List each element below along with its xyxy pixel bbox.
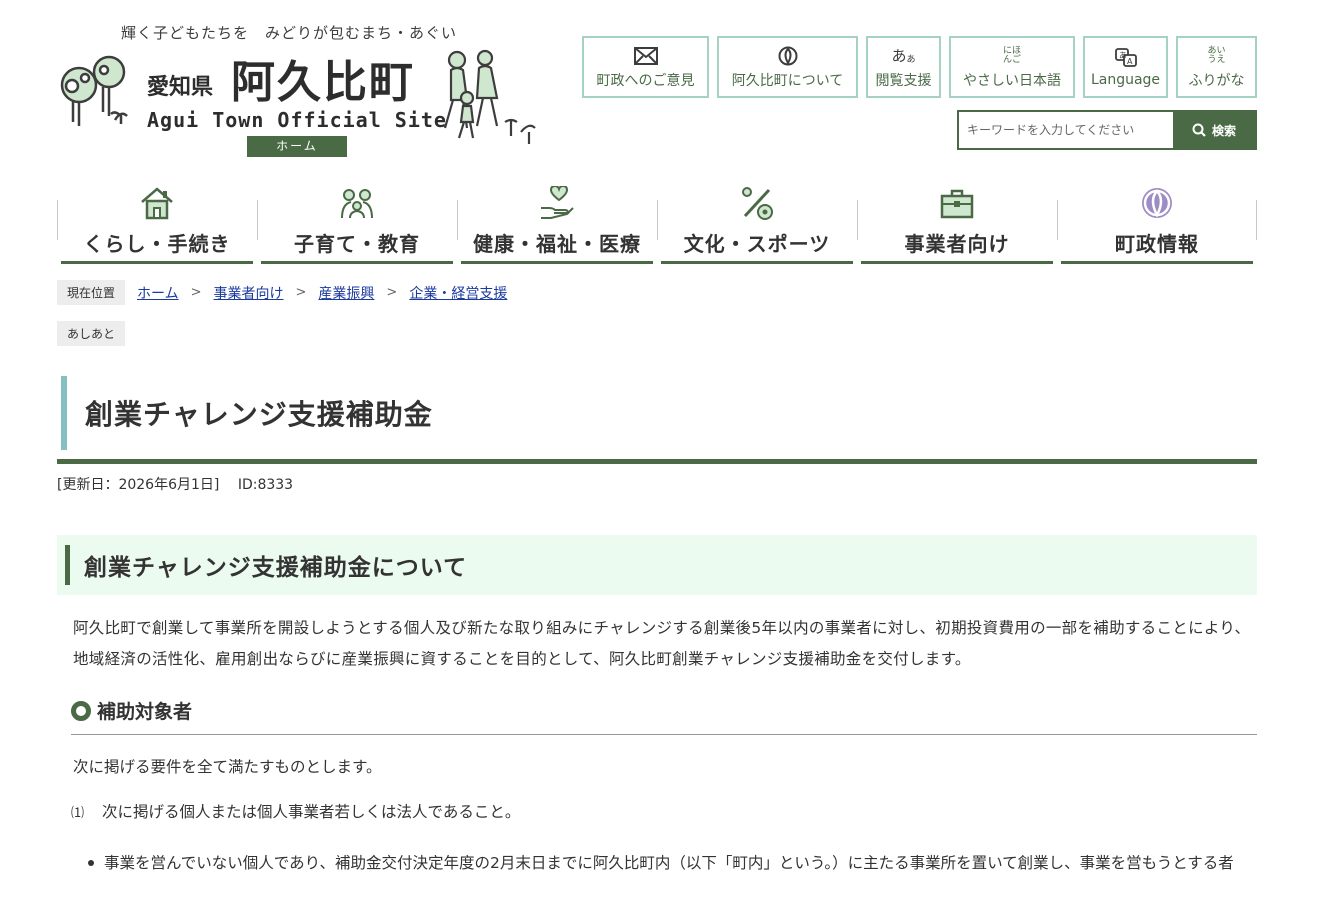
- requirement-list: 事業を営んでいない個人であり、補助金交付決定年度の2月末日までに阿久比町内（以下…: [86, 848, 1256, 878]
- easy-japanese-button[interactable]: にほ んご やさしい日本語: [949, 36, 1075, 98]
- mail-icon: [633, 46, 658, 65]
- opinion-label: 町政へのご意見: [596, 72, 695, 89]
- page-title: 創業チャレンジ支援補助金: [61, 376, 433, 450]
- subheading-text: 補助対象者: [97, 701, 193, 723]
- requirement-number: ⑴: [71, 806, 85, 821]
- home-badge[interactable]: ホーム: [247, 136, 347, 157]
- town-name: 阿久比町: [231, 57, 415, 108]
- font-size-icon-text: あ: [891, 47, 907, 65]
- search-button[interactable]: 検索: [1173, 112, 1255, 148]
- chevron-right-icon: >: [295, 285, 307, 300]
- utility-nav: 町政へのご意見 阿久比町について ああ 閲覧支援 にほ んご やさしい日本語 あ…: [582, 36, 1257, 98]
- family-icon: [341, 189, 373, 219]
- prefecture-name: 愛知県: [147, 75, 214, 100]
- language-button[interactable]: あA Language: [1083, 36, 1168, 98]
- language-label: Language: [1090, 71, 1161, 88]
- search-icon: [1192, 123, 1206, 137]
- svg-text:あ: あ: [1119, 51, 1127, 60]
- global-nav: くらし・手続き 子育て・教育 健康・福祉・医療 文化・スポーツ 事業者向け 町政…: [57, 180, 1257, 266]
- gnav-administration-label: 町政情報: [1115, 232, 1199, 256]
- requirements-intro: 次に掲げる要件を全て満たすものとします。: [73, 758, 382, 776]
- requirement-text: 次に掲げる個人または個人事業者若しくは法人であること。: [102, 803, 521, 821]
- gnav-childcare-label: 子育て・教育: [294, 232, 420, 256]
- furigana-button[interactable]: あい うえ ふりがな: [1176, 36, 1257, 98]
- town-emblem-icon: [1142, 188, 1172, 218]
- ring-bullet-icon: [71, 701, 91, 721]
- site-logo[interactable]: 輝く子どもたちを みどりが包むまち・あぐい 愛知県 阿久比町 Agui Town…: [55, 22, 545, 162]
- breadcrumb-management-link[interactable]: 企業・経営支援: [409, 283, 507, 303]
- family-walking-illustration-icon: [443, 49, 536, 144]
- gnav-living[interactable]: くらし・手続き: [57, 180, 257, 266]
- site-tagline: 輝く子どもたちを みどりが包むまち・あぐい: [121, 24, 458, 42]
- requirement-item: ⑴ 次に掲げる個人または個人事業者若しくは法人であること。: [71, 800, 520, 822]
- briefcase-icon: [940, 189, 974, 219]
- breadcrumb: 現在位置 ホーム > 事業者向け > 産業振興 > 企業・経営支援: [57, 280, 507, 305]
- gnav-administration[interactable]: 町政情報: [1057, 180, 1257, 266]
- easy-japanese-label: やさしい日本語: [963, 72, 1061, 89]
- list-item: 事業を営んでいない個人であり、補助金交付決定年度の2月末日までに阿久比町内（以下…: [86, 848, 1256, 878]
- opinion-button[interactable]: 町政へのご意見: [582, 36, 709, 98]
- english-site-name: Agui Town Official Site: [147, 108, 447, 132]
- house-icon: [141, 187, 173, 220]
- section-heading-text: 創業チャレンジ支援補助金について: [84, 555, 468, 581]
- intro-paragraph: 阿久比町で創業して事業所を開設しようとする個人及び新たな取り組みにチャレンジする…: [73, 619, 1251, 668]
- accessibility-label: 閲覧支援: [875, 72, 932, 89]
- gnav-culture[interactable]: 文化・スポーツ: [657, 180, 857, 266]
- ruby-icon: にほ んご: [1002, 45, 1021, 65]
- furigana-icon: あい うえ: [1207, 45, 1226, 65]
- accessibility-button[interactable]: ああ 閲覧支援: [866, 36, 941, 98]
- gnav-business[interactable]: 事業者向け: [857, 180, 1057, 266]
- heart-hand-icon: [541, 186, 574, 219]
- gnav-health[interactable]: 健康・福祉・医療: [457, 180, 657, 266]
- translate-icon: あA: [1114, 47, 1137, 67]
- chevron-right-icon: >: [386, 285, 398, 300]
- gnav-childcare[interactable]: 子育て・教育: [257, 180, 457, 266]
- gnav-business-label: 事業者向け: [904, 232, 1010, 256]
- font-size-icon-small: あ: [906, 55, 916, 65]
- about-town-label: 阿久比町について: [731, 72, 844, 89]
- about-town-button[interactable]: 阿久比町について: [717, 36, 858, 98]
- gnav-culture-label: 文化・スポーツ: [683, 232, 831, 256]
- search-button-label: 検索: [1211, 123, 1236, 138]
- town-emblem-icon: [778, 46, 797, 65]
- chevron-right-icon: >: [190, 285, 202, 300]
- trees-illustration-icon: [60, 55, 128, 126]
- furigana-label: ふりがな: [1188, 72, 1245, 89]
- sports-icon: [742, 187, 773, 220]
- svg-text:A: A: [1127, 57, 1133, 66]
- ashiato-label: あしあと: [57, 321, 126, 346]
- breadcrumb-industry-link[interactable]: 産業振興: [318, 283, 374, 303]
- font-size-icon: ああ: [891, 45, 915, 67]
- site-search: 検索: [957, 110, 1257, 150]
- section-heading: 創業チャレンジ支援補助金について: [57, 535, 1257, 595]
- subheading: 補助対象者: [71, 697, 1257, 735]
- title-divider: [57, 459, 1257, 464]
- breadcrumb-current-label: 現在位置: [57, 280, 126, 305]
- breadcrumb-home-link[interactable]: ホーム: [137, 283, 179, 303]
- gnav-health-label: 健康・福祉・医療: [473, 232, 641, 256]
- search-input[interactable]: [959, 112, 1173, 148]
- gnav-living-label: くらし・手続き: [83, 232, 231, 256]
- breadcrumb-business-link[interactable]: 事業者向け: [214, 283, 284, 303]
- page-meta: [更新日：2026年6月1日] ID:8333: [57, 477, 294, 493]
